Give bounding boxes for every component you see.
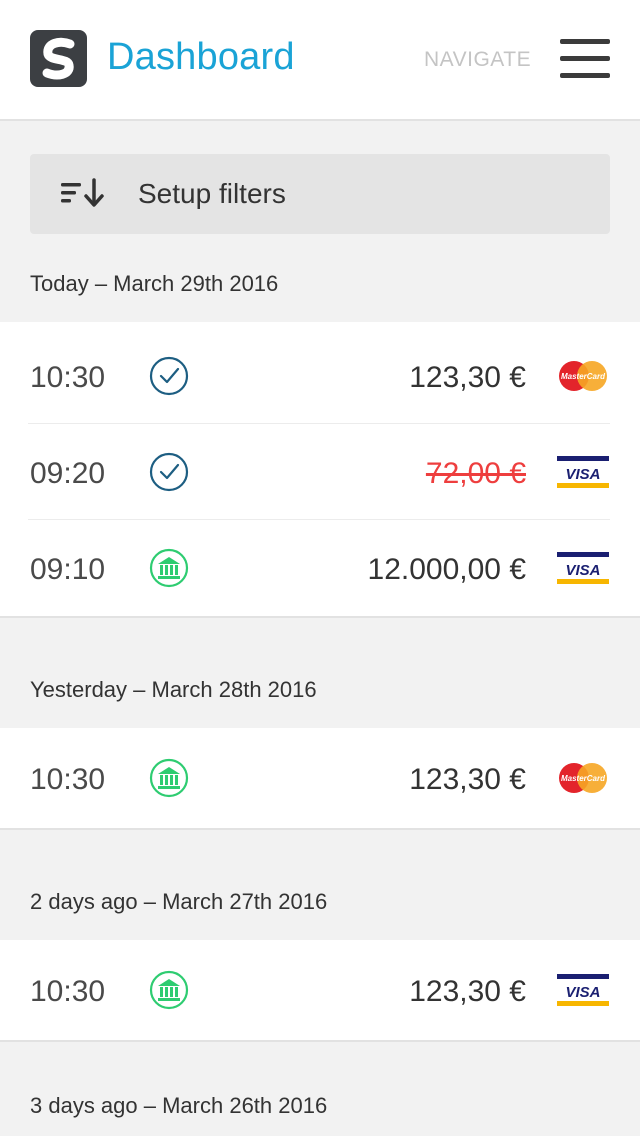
svg-text:MasterCard: MasterCard	[561, 774, 606, 783]
transaction-amount: 123,30 €	[409, 763, 526, 796]
transaction-group-today: 10:30 123,30 € MasterCard 09:20 72,00 € …	[0, 322, 640, 618]
section-header-yesterday: Yesterday – March 28th 2016	[30, 677, 317, 702]
transaction-amount: 123,30 €	[409, 975, 526, 1008]
section-header-3-days-ago: 3 days ago – March 26th 2016	[30, 1093, 328, 1118]
visa-icon: VISA	[557, 456, 609, 488]
transaction-amount: 123,30 €	[409, 361, 526, 394]
hamburger-menu-icon[interactable]	[560, 39, 610, 79]
app-header: Dashboard NAVIGATE	[0, 0, 640, 121]
svg-text:VISA: VISA	[565, 562, 600, 579]
section-header-2-days-ago: 2 days ago – March 27th 2016	[30, 889, 328, 914]
check-circle-icon	[149, 452, 189, 492]
sort-icon	[59, 177, 105, 216]
app-logo-icon[interactable]	[30, 30, 87, 87]
transaction-time: 10:30	[30, 361, 106, 394]
bank-icon	[149, 758, 189, 798]
visa-icon: VISA	[557, 974, 609, 1006]
svg-text:VISA: VISA	[565, 984, 600, 1001]
svg-text:VISA: VISA	[565, 466, 600, 483]
setup-filters-button[interactable]: Setup filters	[30, 154, 610, 234]
transaction-row[interactable]: 10:30 123,30 € VISA	[0, 942, 640, 1038]
page-title: Dashboard	[107, 36, 295, 78]
transaction-row[interactable]: 09:10 12.000,00 € VISA	[0, 520, 640, 616]
transaction-time: 10:30	[30, 975, 106, 1008]
transaction-row[interactable]: 09:20 72,00 € VISA	[0, 424, 640, 520]
svg-text:MasterCard: MasterCard	[561, 372, 606, 381]
transaction-time: 10:30	[30, 763, 106, 796]
mastercard-icon: MasterCard	[559, 763, 607, 793]
visa-icon: VISA	[557, 552, 609, 584]
check-circle-icon	[149, 356, 189, 396]
transaction-row[interactable]: 10:30 123,30 € MasterCard	[0, 328, 640, 424]
transaction-time: 09:20	[30, 457, 106, 490]
transaction-time: 09:10	[30, 553, 106, 586]
mastercard-icon: MasterCard	[559, 361, 607, 391]
transaction-amount-cancelled: 72,00 €	[425, 457, 526, 490]
transaction-amount: 12.000,00 €	[367, 553, 526, 586]
bank-icon	[149, 548, 189, 588]
transaction-group-2-days-ago: 10:30 123,30 € VISA	[0, 940, 640, 1042]
bank-icon	[149, 970, 189, 1010]
transaction-group-yesterday: 10:30 123,30 € MasterCard	[0, 728, 640, 830]
transaction-row[interactable]: 10:30 123,30 € MasterCard	[0, 730, 640, 826]
section-header-today: Today – March 29th 2016	[30, 271, 279, 296]
navigate-button[interactable]: NAVIGATE	[424, 48, 531, 72]
setup-filters-label: Setup filters	[138, 178, 286, 209]
